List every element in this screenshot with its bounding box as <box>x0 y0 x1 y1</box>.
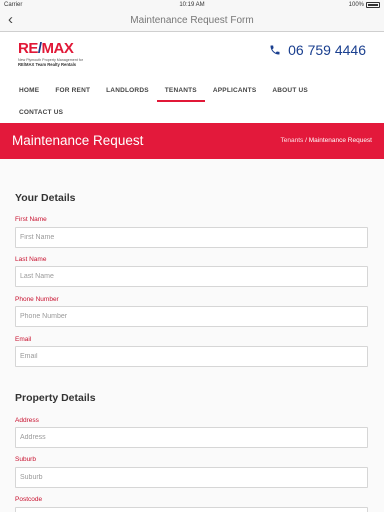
maintenance-form: Your Details First Name Last Name Phone … <box>0 159 384 512</box>
navigation-bar: ‹ Maintenance Request Form <box>0 10 384 32</box>
email-input[interactable] <box>15 346 368 367</box>
page-banner: Maintenance Request Tenants / Maintenanc… <box>0 123 384 159</box>
breadcrumb-tenants-link[interactable]: Tenants <box>281 137 304 144</box>
main-menu: HOME FOR RENT LANDLORDS TENANTS APPLICAN… <box>0 80 384 124</box>
first-name-label: First Name <box>15 216 47 223</box>
breadcrumb-separator: / <box>305 137 307 144</box>
menu-item-about-us[interactable]: ABOUT US <box>264 80 316 102</box>
menu-item-for-rent[interactable]: FOR RENT <box>47 80 98 102</box>
clock: 10:19 AM <box>179 2 205 8</box>
menu-item-contact-us[interactable]: CONTACT US <box>0 102 71 124</box>
page-title: Maintenance Request <box>12 133 144 148</box>
phone-link[interactable]: 06 759 4446 <box>269 42 366 58</box>
remax-logo[interactable]: RE/MAX New Plymouth Property Management … <box>18 41 98 67</box>
postcode-input[interactable] <box>15 507 368 512</box>
phone-icon <box>270 45 280 55</box>
menu-item-applicants[interactable]: APPLICANTS <box>205 80 265 102</box>
menu-row-2: CONTACT US <box>0 102 384 124</box>
battery-status: 100% <box>349 2 380 8</box>
phone-number-label: Phone Number <box>15 296 59 303</box>
address-input[interactable] <box>15 427 368 448</box>
menu-item-landlords[interactable]: LANDLORDS <box>98 80 157 102</box>
section-heading-your-details: Your Details <box>15 192 76 204</box>
section-heading-property-details: Property Details <box>15 392 96 404</box>
menu-item-tenants[interactable]: TENANTS <box>156 80 205 102</box>
suburb-input[interactable] <box>15 467 368 488</box>
phone-number: 06 759 4446 <box>288 42 366 58</box>
site-header: RE/MAX New Plymouth Property Management … <box>0 33 384 78</box>
battery-percent: 100% <box>348 2 364 8</box>
menu-row-1: HOME FOR RENT LANDLORDS TENANTS APPLICAN… <box>0 80 384 102</box>
email-label: Email <box>15 336 32 343</box>
address-label: Address <box>15 417 39 424</box>
breadcrumb-current: Maintenance Request <box>308 137 372 144</box>
menu-item-home[interactable]: HOME <box>0 80 47 102</box>
postcode-label: Postcode <box>15 496 43 503</box>
phone-number-input[interactable] <box>15 306 368 327</box>
logo-tagline-office: RE/MAX Team Realty Rentals <box>18 62 77 67</box>
first-name-input[interactable] <box>15 227 368 248</box>
battery-icon <box>366 2 380 8</box>
nav-title: Maintenance Request Form <box>130 15 254 26</box>
breadcrumb: Tenants / Maintenance Request <box>281 137 372 144</box>
last-name-input[interactable] <box>15 266 368 287</box>
suburb-label: Suburb <box>15 456 36 463</box>
logo-wordmark: RE/MAX <box>18 40 74 57</box>
last-name-label: Last Name <box>15 256 47 263</box>
status-bar: Carrier 10:19 AM 100% <box>0 0 384 10</box>
